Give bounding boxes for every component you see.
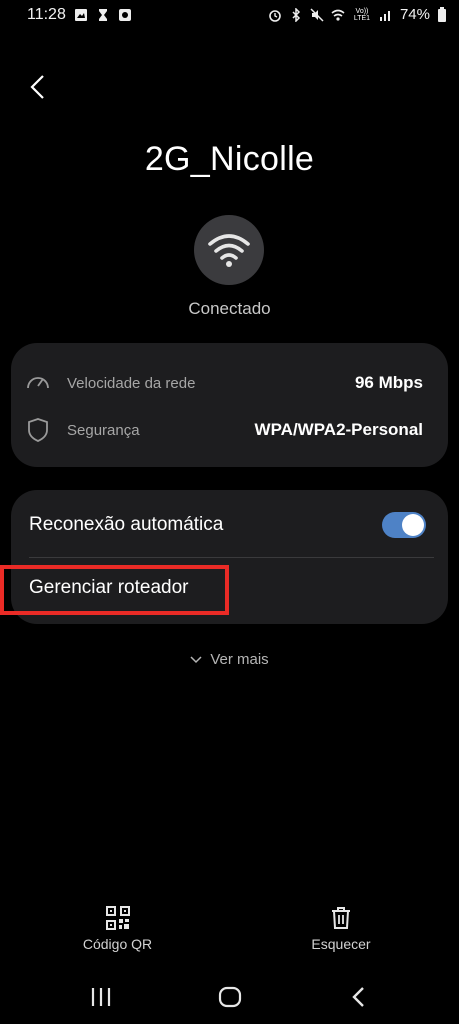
show-more-button[interactable]: Ver mais xyxy=(0,651,459,668)
auto-reconnect-row[interactable]: Reconexão automática xyxy=(11,504,448,546)
volte-indicator: Vo)) LTE1 xyxy=(353,7,371,22)
speed-label: Velocidade da rede xyxy=(67,374,196,392)
wifi-status-badge xyxy=(194,215,264,285)
gallery-icon xyxy=(75,9,87,21)
auto-reconnect-label: Reconexão automática xyxy=(29,514,224,535)
nav-back-button[interactable] xyxy=(348,986,372,1008)
status-notification-icons xyxy=(74,8,132,22)
security-value: WPA/WPA2-Personal xyxy=(254,420,423,439)
chevron-down-icon xyxy=(190,655,202,663)
shield-icon xyxy=(28,418,48,442)
wifi-status-icon xyxy=(331,9,345,21)
connection-status: Conectado xyxy=(188,299,271,318)
mute-icon xyxy=(310,7,324,22)
network-name: 2G_Nicolle xyxy=(144,140,315,178)
security-label: Segurança xyxy=(67,421,140,439)
bluetooth-icon xyxy=(292,7,301,22)
hourglass-icon xyxy=(99,9,107,21)
speed-value: 96 Mbps xyxy=(354,373,423,392)
app-notification-icon xyxy=(119,9,131,21)
wifi-icon xyxy=(208,234,250,267)
battery-percent: 74% xyxy=(399,6,430,23)
status-time: 11:28 xyxy=(27,6,66,23)
back-button[interactable] xyxy=(26,74,50,100)
auto-reconnect-toggle[interactable] xyxy=(382,512,426,538)
network-speed-row: Velocidade da rede 96 Mbps xyxy=(11,363,448,403)
speedometer-icon xyxy=(27,377,49,389)
toggle-knob xyxy=(402,514,424,536)
battery-icon xyxy=(438,6,446,22)
forget-label: Esquecer xyxy=(311,936,371,952)
highlight-box xyxy=(0,565,229,615)
qr-code-icon xyxy=(105,906,130,930)
divider xyxy=(29,557,434,558)
qr-code-button[interactable]: Código QR xyxy=(70,906,165,952)
recents-button[interactable] xyxy=(89,986,113,1008)
trash-icon xyxy=(332,907,350,929)
alarm-icon xyxy=(269,9,281,22)
signal-icon xyxy=(379,10,390,21)
forget-network-button[interactable]: Esquecer xyxy=(290,906,392,952)
status-system-icons: Vo)) LTE1 74% xyxy=(268,6,447,23)
home-button[interactable] xyxy=(218,986,242,1008)
qr-code-label: Código QR xyxy=(82,936,153,952)
show-more-label: Ver mais xyxy=(210,651,269,668)
network-info-card: Velocidade da rede 96 Mbps Segurança WPA… xyxy=(11,343,448,467)
security-row: Segurança WPA/WPA2-Personal xyxy=(11,410,448,450)
